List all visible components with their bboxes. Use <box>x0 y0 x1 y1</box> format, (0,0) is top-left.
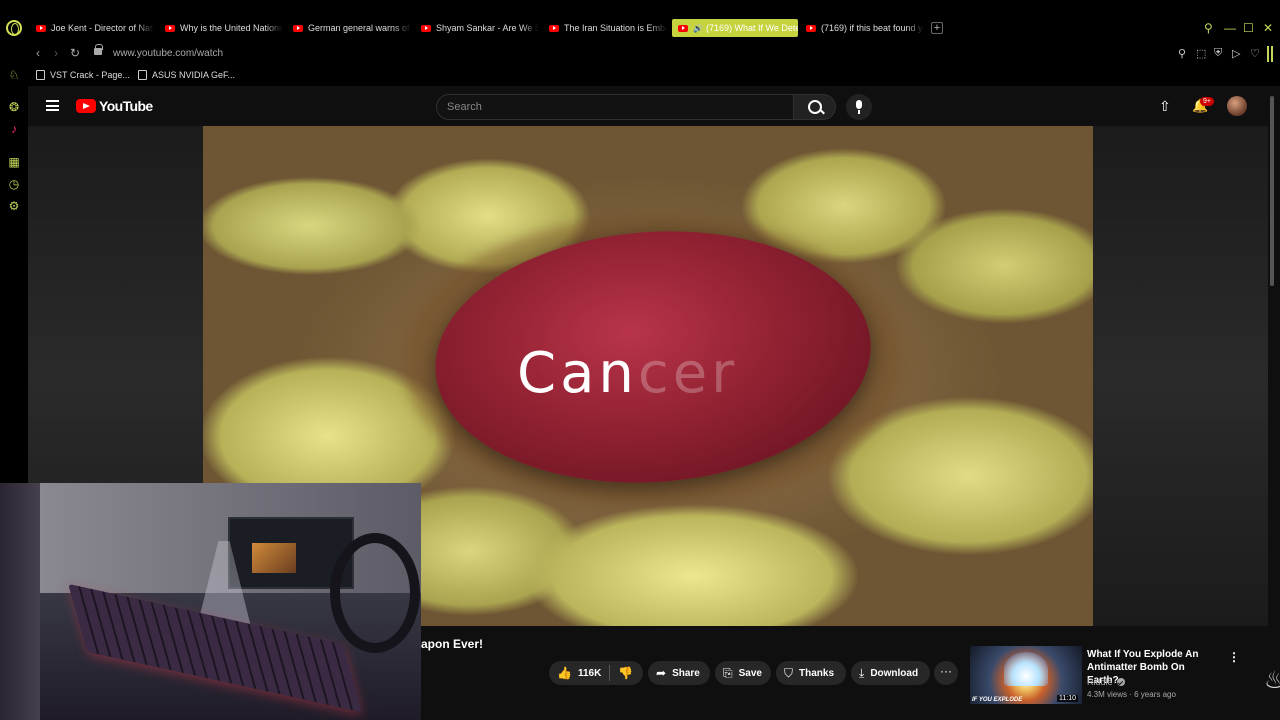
scrollbar-thumb[interactable] <box>1270 96 1274 286</box>
share-label: Share <box>672 667 700 679</box>
page-scrollbar[interactable] <box>1268 90 1276 720</box>
recommended-meta: 4.3M views · 6 years ago <box>1087 690 1176 699</box>
tab-search-icon[interactable]: ⚲ <box>1204 21 1213 35</box>
bookmark-icon: ⎘ <box>723 665 733 680</box>
youtube-favicon-icon <box>549 24 559 32</box>
avatar[interactable] <box>1227 96 1247 116</box>
tab-title: (7169) What If We Dete <box>705 23 798 33</box>
maximize-button[interactable]: ☐ <box>1243 21 1254 35</box>
youtube-header: YouTube ⇧ 🔔 9+ <box>28 86 1268 126</box>
share-button[interactable]: ➦ Share <box>648 661 710 685</box>
bookmark-asus-nvidia[interactable]: ASUS NVIDIA GeF... <box>138 70 235 80</box>
address-bar: ‹ › ↻ www.youtube.com/watch ⚲ ⬚ ⛨ ▷ ♡ <box>28 42 1280 66</box>
tab-german-general[interactable]: German general warns of <box>293 19 411 37</box>
webcam-door-frame <box>0 483 40 720</box>
webcam-overlay <box>0 483 421 720</box>
recommended-channel[interactable]: Riddle <box>1087 677 1125 687</box>
shield-icon[interactable]: ⛨ <box>1214 47 1222 60</box>
heart-icon[interactable]: ♡ <box>1250 47 1260 60</box>
page-icon <box>138 70 147 80</box>
webcam-headphones <box>330 533 420 653</box>
thumbnail-text: IF YOU EXPLODE <box>972 697 1023 703</box>
tab-what-if-active[interactable]: 🔊 (7169) What If We Dete <box>672 19 798 37</box>
save-button[interactable]: ⎘ Save <box>715 661 771 685</box>
divider <box>609 665 611 681</box>
minimize-button[interactable]: — <box>1224 21 1236 35</box>
like-dislike-group: 👍 116K 👎 <box>549 661 643 685</box>
close-button[interactable]: ✕ <box>1263 21 1273 35</box>
sidebar-toggle-icon[interactable] <box>1267 46 1273 62</box>
channel-name[interactable]: Riddle <box>1087 677 1113 687</box>
tab-united-nations[interactable]: Why is the United Nations <box>165 19 283 37</box>
snapshot-icon[interactable]: ⬚ <box>1196 47 1206 60</box>
menu-icon[interactable] <box>46 100 59 111</box>
bookmark-label: ASUS NVIDIA GeF... <box>152 70 236 80</box>
share-icon: ➦ <box>656 666 667 680</box>
pin-icon[interactable]: ⚲ <box>1178 47 1186 60</box>
thanks-icon: ⛉ <box>784 665 794 680</box>
recommended-thumbnail[interactable]: IF YOU EXPLODE 11:10 <box>970 646 1082 704</box>
bookmark-vst-crack[interactable]: VST Crack - Page... <box>36 70 130 80</box>
opera-logo-icon[interactable] <box>6 20 22 36</box>
page-icon <box>36 70 45 80</box>
more-actions-button[interactable]: ··· <box>934 661 958 685</box>
history-icon[interactable]: ◷ <box>7 177 21 191</box>
like-icon[interactable]: 👍 <box>557 666 572 680</box>
youtube-favicon-icon <box>678 24 688 32</box>
explosion-dome <box>1004 652 1048 686</box>
voice-search-mic-icon[interactable] <box>846 94 872 120</box>
video-title: apon Ever! <box>421 637 484 651</box>
back-button[interactable]: ‹ <box>36 46 40 60</box>
youtube-favicon-icon <box>293 24 303 32</box>
lock-icon[interactable] <box>94 44 103 55</box>
dislike-icon[interactable]: 👎 <box>618 666 633 680</box>
settings-gear-icon[interactable]: ⚙ <box>7 199 21 213</box>
tab-shyam-sankar[interactable]: Shyam Sankar - Are We S <box>421 19 539 37</box>
new-tab-button[interactable]: + <box>931 22 943 34</box>
save-label: Save <box>738 667 762 679</box>
tab-joe-kent[interactable]: Joe Kent - Director of Nati <box>36 19 154 37</box>
chatgpt-icon[interactable]: ❂ <box>7 100 21 114</box>
thanks-label: Thanks <box>799 667 835 679</box>
search-button[interactable] <box>794 94 836 120</box>
download-label: Download <box>870 667 919 679</box>
download-icon: ⤓ <box>859 665 865 680</box>
youtube-favicon-icon <box>421 24 431 32</box>
webcam-monitor-screen <box>252 543 296 573</box>
video-duration: 11:10 <box>1057 695 1078 702</box>
thanks-button[interactable]: ⛉ Thanks <box>776 661 846 685</box>
tab-beat-found[interactable]: (7169) if this beat found yo <box>806 19 924 37</box>
video-backdrop-right <box>1093 126 1268 626</box>
notification-badge: 9+ <box>1200 97 1214 106</box>
youtube-favicon-icon <box>36 24 46 32</box>
reload-button[interactable]: ↻ <box>70 46 80 60</box>
play-icon[interactable]: ▷ <box>1232 47 1240 60</box>
speaker-icon[interactable]: 🔊 <box>693 24 703 33</box>
aria-icon[interactable]: ♘ <box>7 68 21 82</box>
bookmarks-bar: VST Crack - Page... ASUS NVIDIA GeF... <box>28 66 1280 86</box>
youtube-wordmark[interactable]: YouTube <box>99 98 153 114</box>
bookmark-label: VST Crack - Page... <box>50 70 130 80</box>
search-box <box>436 94 794 120</box>
tiktok-icon[interactable]: ♪ <box>7 122 21 136</box>
youtube-favicon-icon <box>806 24 816 32</box>
recommended-menu-icon[interactable]: ⋮ <box>1228 650 1240 664</box>
download-button[interactable]: ⤓ Download <box>851 661 930 685</box>
video-overlay-text: Cancer <box>517 341 739 406</box>
like-count[interactable]: 116K <box>578 668 601 679</box>
verified-icon <box>1116 678 1125 686</box>
tab-bar: Joe Kent - Director of Nati Why is the U… <box>28 14 1280 42</box>
youtube-favicon-icon <box>165 24 175 32</box>
tab-iran-situation[interactable]: The Iran Situation is Emba <box>549 19 667 37</box>
url-field[interactable]: www.youtube.com/watch <box>113 48 223 59</box>
forward-button[interactable]: › <box>54 46 58 60</box>
search-input[interactable] <box>437 95 793 119</box>
youtube-logo-icon[interactable] <box>76 99 96 113</box>
create-upload-icon[interactable]: ⇧ <box>1159 98 1171 115</box>
workspaces-icon[interactable]: ▦ <box>7 155 21 169</box>
